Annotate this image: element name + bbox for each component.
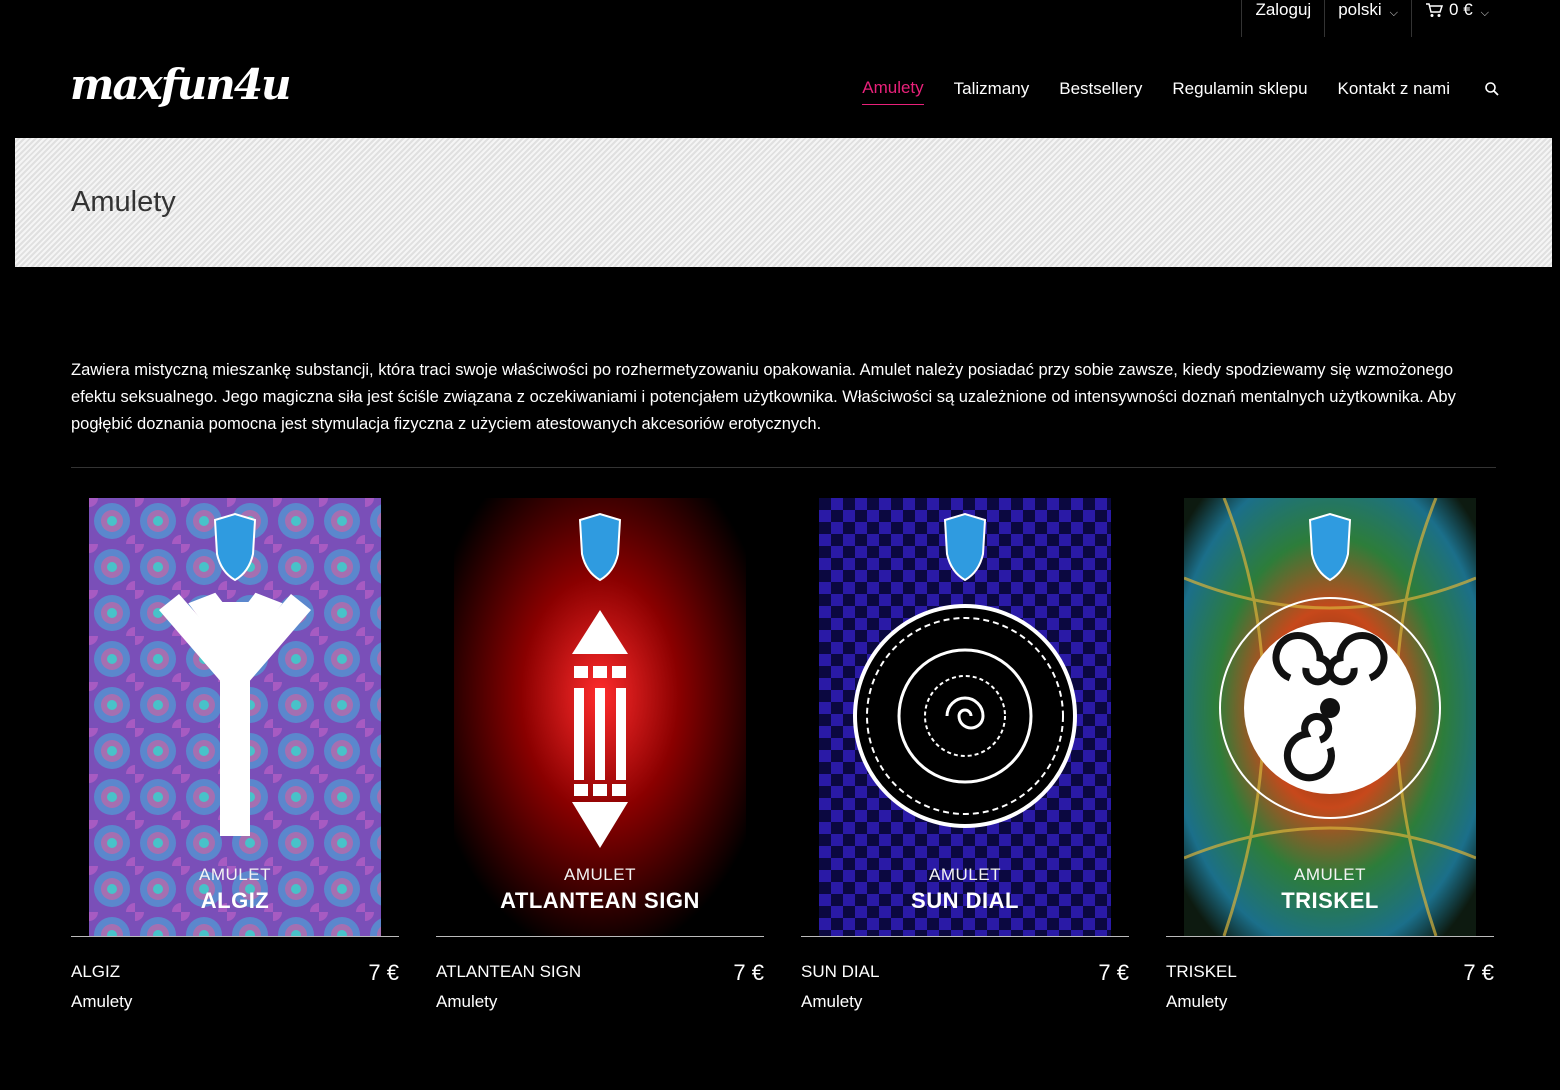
sun-dial-icon (853, 604, 1077, 828)
product-image[interactable]: AMULET ALGIZ (89, 498, 381, 936)
product-price: 7 € (368, 960, 399, 985)
card-caption: AMULET (929, 865, 1001, 884)
divider (71, 936, 399, 937)
nav-item-talizmany[interactable]: Talizmany (954, 79, 1030, 105)
card-caption: AMULET (564, 865, 636, 884)
page-title: Amulety (71, 186, 176, 218)
logo-text: maxfun4u (70, 60, 290, 109)
nav-item-regulamin[interactable]: Regulamin sklepu (1172, 79, 1307, 105)
main-nav: Amulety Talizmany Bestsellery Regulamin … (832, 78, 1500, 105)
product-category[interactable]: Amulety (71, 992, 132, 1012)
product-image[interactable]: AMULET ATLANTEAN SIGN (454, 498, 746, 936)
product-card: AMULET ALGIZ ALGIZ 7 € Amulety (71, 498, 399, 1011)
nav-item-amulety[interactable]: Amulety (862, 78, 924, 105)
cart-icon (1426, 3, 1444, 17)
cart-button[interactable]: 0 € ⌵ (1411, 0, 1502, 37)
card-title: SUN DIAL (911, 888, 1019, 913)
product-card: AMULET SUN DIAL SUN DIAL 7 € Amulety (801, 498, 1129, 1011)
card-caption: AMULET (199, 865, 271, 884)
product-name[interactable]: ALGIZ (71, 962, 120, 982)
card-caption: AMULET (1294, 865, 1366, 884)
card-title: ATLANTEAN SIGN (500, 888, 700, 913)
product-card: AMULET ATLANTEAN SIGN ATLANTEAN SIGN 7 €… (436, 498, 764, 1011)
product-grid: AMULET ALGIZ ALGIZ 7 € Amulety AMULET AT… (71, 498, 1531, 1011)
atlantean-sign-icon (572, 610, 628, 848)
card-title: ALGIZ (200, 888, 270, 913)
nav-item-kontakt[interactable]: Kontakt z nami (1338, 79, 1450, 105)
divider (436, 936, 764, 937)
category-description: Zawiera mistyczną mieszankę substancji, … (71, 361, 1456, 433)
nav-item-bestsellery[interactable]: Bestsellery (1059, 79, 1142, 105)
product-name[interactable]: SUN DIAL (801, 962, 879, 982)
login-label: Zaloguj (1255, 0, 1312, 19)
language-selector[interactable]: polski ⌵ (1324, 0, 1411, 37)
search-icon[interactable] (1484, 81, 1500, 97)
divider (1166, 936, 1494, 937)
product-price: 7 € (733, 960, 764, 985)
card-title: TRISKEL (1281, 888, 1379, 913)
product-name[interactable]: TRISKEL (1166, 962, 1237, 982)
product-category[interactable]: Amulety (801, 992, 862, 1012)
product-category[interactable]: Amulety (436, 992, 497, 1012)
logo-mark: maxfun4u (70, 60, 292, 109)
product-image[interactable]: AMULET SUN DIAL (819, 498, 1111, 936)
page-title-band: Amulety (15, 138, 1552, 267)
language-label: polski (1338, 0, 1382, 19)
cart-total: 0 € (1449, 0, 1473, 19)
top-utility-bar: Zaloguj polski ⌵ 0 € ⌵ (1241, 0, 1502, 37)
login-link[interactable]: Zaloguj (1241, 0, 1324, 37)
product-category[interactable]: Amulety (1166, 992, 1227, 1012)
chevron-down-icon: ⌵ (1480, 7, 1489, 19)
product-image[interactable]: AMULET TRISKEL (1184, 498, 1476, 936)
chevron-down-icon: ⌵ (1389, 7, 1399, 19)
algiz-rune-icon (220, 602, 250, 836)
divider (801, 936, 1129, 937)
product-price: 7 € (1463, 960, 1494, 985)
divider (71, 467, 1496, 468)
product-price: 7 € (1098, 960, 1129, 985)
product-name[interactable]: ATLANTEAN SIGN (436, 962, 581, 982)
site-logo[interactable]: maxfun4u (70, 55, 305, 117)
product-card: AMULET TRISKEL TRISKEL 7 € Amulety (1166, 498, 1494, 1011)
